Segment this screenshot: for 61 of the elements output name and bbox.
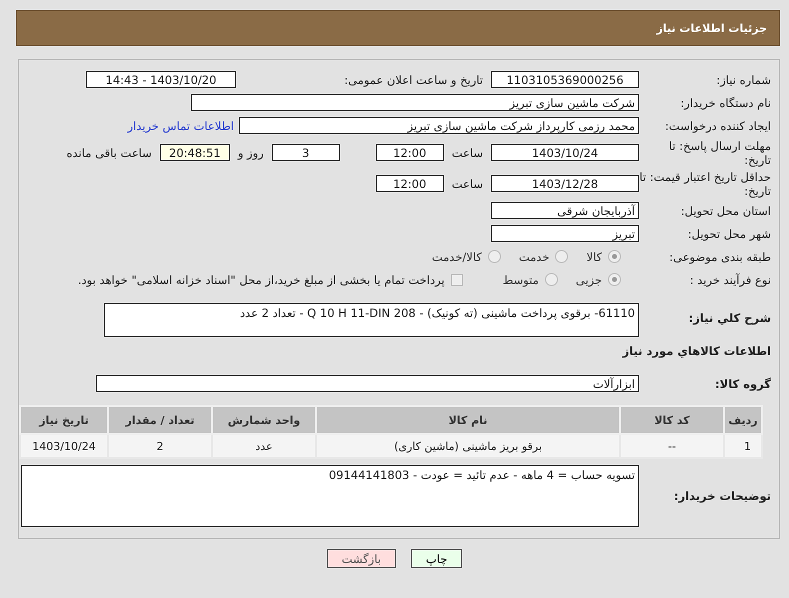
radio-button[interactable] bbox=[608, 273, 621, 286]
checkbox-label: پرداخت تمام یا بخشی از مبلغ خرید،از محل "اسناد خزانه اسلامی" خواهد بود. bbox=[78, 272, 445, 286]
field-label: شرح کلي نياز: bbox=[688, 310, 772, 325]
radio-button[interactable] bbox=[488, 250, 501, 263]
table-cell: 1403/10/24 bbox=[20, 434, 108, 458]
goods-group-field[interactable]: ابزارآلات bbox=[96, 375, 639, 392]
description-field[interactable]: 61110- برقوی پرداخت ماشینی (ته کونیک) - Q 10 H 11-DIN 208 - تعداد 2 عدد bbox=[104, 303, 639, 337]
radio-label: خدمت bbox=[518, 250, 550, 264]
radio-button[interactable] bbox=[608, 250, 621, 263]
radio-label: جزیی bbox=[576, 272, 602, 286]
deadline-date-field[interactable]: 1403/10/24 bbox=[491, 144, 639, 161]
city-field[interactable]: تبریز bbox=[491, 225, 639, 242]
checkbox[interactable] bbox=[450, 274, 463, 286]
time-label: ساعت bbox=[452, 146, 483, 160]
announce-date-field[interactable]: 1403/10/20 - 14:43 bbox=[86, 71, 236, 88]
field-label: طبقه بندی موضوعی: bbox=[668, 250, 772, 264]
field-label: شهر محل تحویل: bbox=[686, 226, 772, 240]
radio-label: متوسط bbox=[502, 272, 539, 286]
field-label: مهلت ارسال پاسخ: تا تاریخ: bbox=[668, 138, 772, 166]
validity-time-field[interactable]: 12:00 bbox=[376, 175, 444, 192]
province-field[interactable]: آذربایجان شرقی bbox=[491, 202, 639, 219]
days-label: روز و bbox=[238, 146, 264, 160]
time-label: ساعت bbox=[452, 176, 483, 190]
field-label: توضیحات خریدار: bbox=[672, 489, 772, 503]
table-cell: عدد bbox=[212, 434, 316, 458]
field-label: استان محل تحویل: bbox=[680, 204, 772, 218]
field-label: نوع فرآیند خرید : bbox=[688, 272, 772, 286]
column-header: ردیف bbox=[724, 406, 762, 434]
print-button[interactable]: چاپ bbox=[410, 549, 462, 568]
validity-date-field[interactable]: 1403/12/28 bbox=[491, 175, 639, 192]
table-cell: 1 bbox=[724, 434, 762, 458]
table-cell: 2 bbox=[108, 434, 212, 458]
back-button[interactable]: بازگشت bbox=[326, 549, 396, 568]
page-title: جزئیات اطلاعات نیاز bbox=[656, 22, 767, 34]
need-number-field[interactable]: 1103105369000256 bbox=[491, 71, 639, 88]
field-label: ایجاد کننده درخواست: bbox=[664, 118, 772, 132]
radio-label: کالا/خدمت bbox=[432, 250, 482, 264]
buyer-field[interactable]: شرکت ماشین سازی تبریز bbox=[191, 94, 639, 111]
field-label: تاریخ و ساعت اعلان عمومی: bbox=[343, 72, 484, 86]
field-label: نام دستگاه خریدار: bbox=[679, 96, 772, 110]
table-cell: -- bbox=[620, 434, 724, 458]
buyer-notes-field[interactable]: تسویه حساب = 4 ماهه - عدم تائید = عودت - 09144141803 bbox=[21, 465, 639, 527]
radio-label: کالا bbox=[586, 250, 602, 264]
days-field[interactable]: 3 bbox=[272, 144, 340, 161]
column-header: واحد شمارش bbox=[212, 406, 316, 434]
column-header: تعداد / مقدار bbox=[108, 406, 212, 434]
remaining-time-field: 20:48:51 bbox=[160, 144, 230, 161]
contact-link[interactable]: اطلاعات تماس خریدار bbox=[127, 118, 234, 132]
section-heading: اطلاعات کالاهاي مورد نياز bbox=[622, 344, 772, 358]
deadline-time-field[interactable]: 12:00 bbox=[376, 144, 444, 161]
field-label: گروه کالا: bbox=[714, 376, 772, 390]
column-header: نام کالا bbox=[316, 406, 620, 434]
table-cell: برقو بریز ماشینی (ماشین کاری) bbox=[316, 434, 620, 458]
radio-button[interactable] bbox=[555, 250, 568, 263]
creator-field[interactable]: محمد رزمی کارپرداز شرکت ماشین سازی تبریز bbox=[239, 117, 639, 134]
field-label: شماره نیاز: bbox=[715, 72, 772, 86]
column-header: تاریخ نیاز bbox=[20, 406, 108, 434]
column-header: کد کالا bbox=[620, 406, 724, 434]
remaining-label: ساعت باقی مانده bbox=[66, 146, 152, 160]
radio-button[interactable] bbox=[544, 273, 558, 286]
field-label: حداقل تاریخ اعتبار قیمت: تا تاریخ: bbox=[639, 170, 772, 198]
